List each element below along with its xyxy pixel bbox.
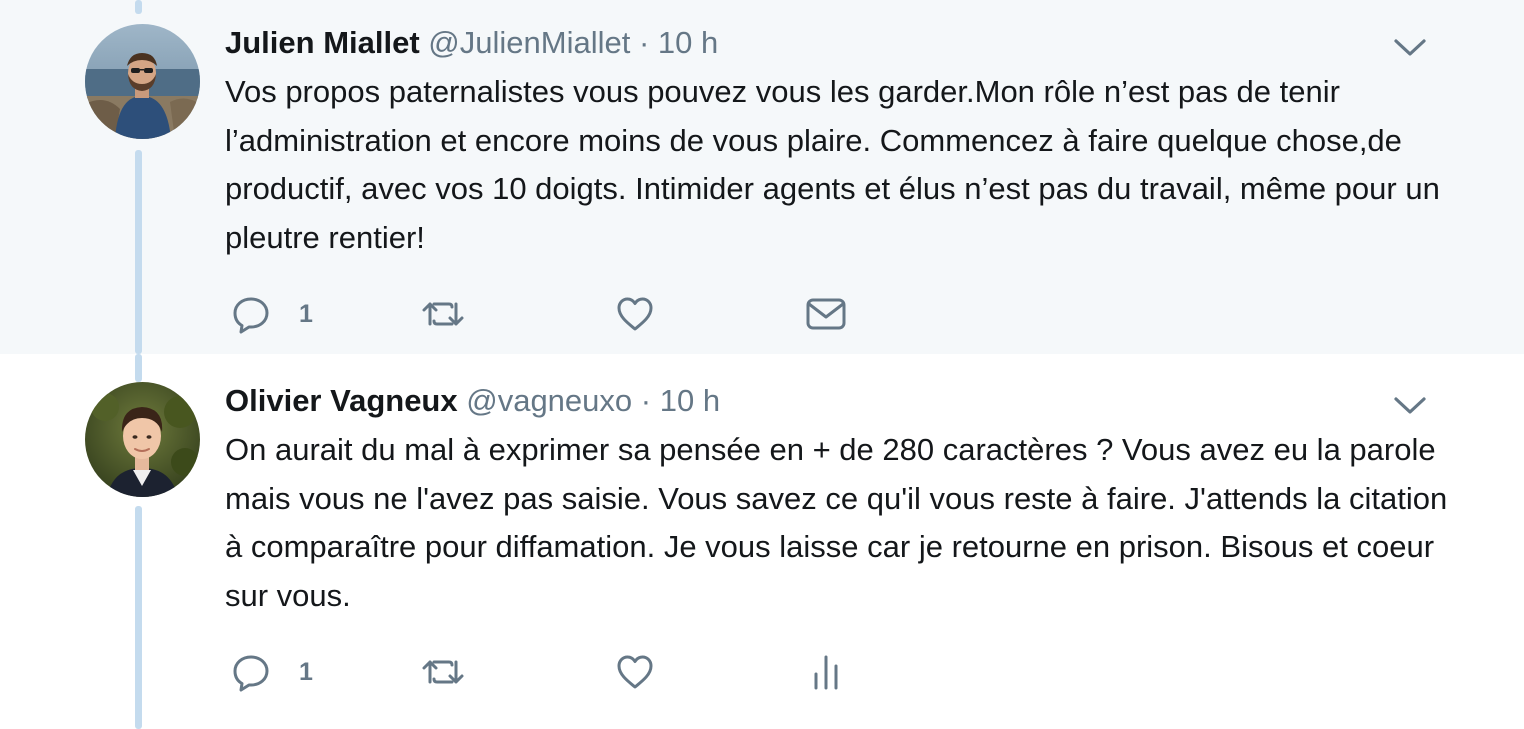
retweet-icon [421, 652, 465, 692]
reply-button[interactable]: 1 [231, 650, 313, 694]
display-name[interactable]: Olivier Vagneux [225, 383, 458, 418]
thread-line [135, 150, 142, 354]
tweet-text: Vos propos paternalistes vous pouvez vou… [225, 74, 1440, 255]
avatar[interactable] [85, 24, 200, 139]
timestamp[interactable]: 10 h [658, 25, 718, 60]
analytics-icon [810, 652, 844, 692]
tweet-header: Olivier Vagneux @vagneuxo · 10 h [225, 382, 720, 420]
user-handle[interactable]: @vagneuxo [466, 383, 632, 418]
heart-icon [615, 294, 655, 334]
retweet-icon [421, 294, 465, 334]
thread-line-top [135, 0, 142, 14]
avatar[interactable] [85, 382, 200, 497]
envelope-icon [805, 294, 847, 334]
thread-line [135, 506, 142, 729]
separator-dot: · [640, 383, 652, 418]
retweet-button[interactable] [421, 292, 465, 336]
like-button[interactable] [615, 650, 655, 694]
chevron-down-icon[interactable] [1393, 395, 1427, 417]
tweet[interactable]: Olivier Vagneux @vagneuxo · 10 h On aura… [0, 354, 1524, 729]
display-name[interactable]: Julien Miallet [225, 25, 420, 60]
reply-icon [231, 294, 271, 334]
like-button[interactable] [615, 292, 655, 336]
heart-icon [615, 652, 655, 692]
direct-message-button[interactable] [805, 292, 847, 336]
reply-icon [231, 652, 271, 692]
thread-line-top [135, 354, 142, 382]
tweet-header: Julien Miallet @JulienMiallet · 10 h [225, 24, 718, 62]
tweet[interactable]: Julien Miallet @JulienMiallet · 10 h Vos… [0, 0, 1524, 354]
tweet-text: On aurait du mal à exprimer sa pensée en… [225, 432, 1448, 613]
separator-dot: · [638, 25, 650, 60]
user-handle[interactable]: @JulienMiallet [428, 25, 630, 60]
analytics-button[interactable] [810, 650, 844, 694]
reply-count: 1 [299, 658, 313, 686]
tweet-thread: Julien Miallet @JulienMiallet · 10 h Vos… [0, 0, 1524, 729]
timestamp[interactable]: 10 h [660, 383, 720, 418]
retweet-button[interactable] [421, 650, 465, 694]
reply-count: 1 [299, 300, 313, 328]
chevron-down-icon[interactable] [1393, 37, 1427, 59]
reply-button[interactable]: 1 [231, 292, 313, 336]
